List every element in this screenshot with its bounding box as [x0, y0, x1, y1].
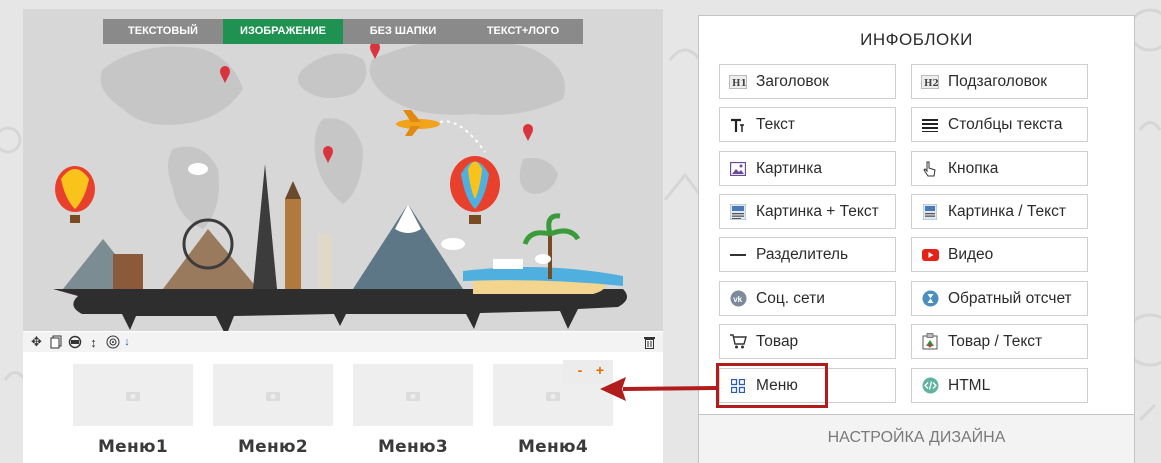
- pointer-icon: [920, 159, 940, 179]
- menu-item-label[interactable]: Меню2: [213, 437, 333, 457]
- cart-icon: [728, 332, 748, 352]
- infoblock-label: Текст: [756, 115, 796, 133]
- infoblock-product-text-button[interactable]: Товар / Текст: [911, 324, 1088, 359]
- settings-icon[interactable]: [65, 334, 84, 350]
- camera-icon: [546, 391, 560, 401]
- copy-icon[interactable]: [46, 334, 65, 350]
- infoblock-label: Кнопка: [948, 159, 999, 177]
- svg-text:H1: H1: [732, 79, 747, 89]
- product-text-icon: [920, 332, 940, 352]
- camera-icon: [406, 391, 420, 401]
- infoblock-label: Обратный отсчет: [948, 289, 1072, 307]
- image-placeholder[interactable]: [213, 364, 333, 426]
- tab-image-header[interactable]: ИЗОБРАЖЕНИЕ: [223, 19, 343, 44]
- infoblock-image-slash-text-button[interactable]: Картинка / Текст: [911, 194, 1088, 229]
- tab-text-header[interactable]: ТЕКСТОВЫЙ: [103, 19, 223, 44]
- menu-item-label[interactable]: Меню3: [353, 437, 473, 457]
- infoblock-label: Товар: [756, 332, 799, 350]
- trash-icon[interactable]: [640, 334, 659, 350]
- infoblock-label: Заголовок: [756, 72, 829, 90]
- infoblock-button-button[interactable]: Кнопка: [911, 151, 1088, 186]
- infoblock-label: Товар / Текст: [948, 332, 1043, 350]
- infoblock-image-text-button[interactable]: Картинка + Текст: [719, 194, 896, 229]
- grid-icon: [728, 376, 748, 396]
- infoblock-text-button[interactable]: Текст: [719, 107, 896, 142]
- code-icon: [920, 376, 940, 396]
- hourglass-icon: [920, 289, 940, 309]
- image-placeholder[interactable]: [353, 364, 473, 426]
- infoblock-menu-button[interactable]: Меню: [719, 368, 896, 403]
- infoblock-label: Картинка + Текст: [756, 202, 879, 220]
- down-arrow-icon[interactable]: ↓: [122, 334, 132, 350]
- infoblock-subheading-button[interactable]: H2 Подзаголовок: [911, 64, 1088, 99]
- infoblock-countdown-button[interactable]: Обратный отсчет: [911, 281, 1088, 316]
- infoblock-heading-button[interactable]: H1 Заголовок: [719, 64, 896, 99]
- red-arrow-icon: [600, 377, 717, 401]
- image-text-icon: [728, 202, 748, 222]
- menu-item-label[interactable]: Меню4: [493, 437, 613, 457]
- infoblock-label: Столбцы текста: [948, 115, 1063, 133]
- h2-icon: H2: [920, 72, 940, 92]
- infoblock-social-button[interactable]: vk Соц. сети: [719, 281, 896, 316]
- travel-illustration: [53, 38, 627, 331]
- image-icon: [728, 159, 748, 179]
- columns-icon: [920, 115, 940, 135]
- resize-icon[interactable]: ↕: [84, 334, 103, 350]
- menu-item-label[interactable]: Меню1: [73, 437, 193, 457]
- menu-item[interactable]: Меню2: [213, 364, 333, 457]
- image-slash-text-icon: [920, 202, 940, 222]
- infoblock-columns-button[interactable]: Столбцы текста: [911, 107, 1088, 142]
- menu-item[interactable]: Меню1: [73, 364, 193, 457]
- youtube-icon: [920, 245, 940, 265]
- header-style-tabs: ТЕКСТОВЫЙ ИЗОБРАЖЕНИЕ БЕЗ ШАПКИ ТЕКСТ+ЛО…: [103, 19, 583, 44]
- infoblock-label: Картинка / Текст: [948, 202, 1066, 220]
- infoblock-html-button[interactable]: HTML: [911, 368, 1088, 403]
- vk-icon: vk: [728, 289, 748, 309]
- text-icon: [728, 115, 748, 135]
- h1-icon: H1: [728, 72, 748, 92]
- panel-title: ИНФОБЛОКИ: [860, 30, 973, 49]
- tab-no-header[interactable]: БЕЗ ШАПКИ: [343, 19, 463, 44]
- infoblock-label: Подзаголовок: [948, 72, 1048, 90]
- camera-icon: [126, 391, 140, 401]
- move-icon[interactable]: ✥: [27, 334, 46, 350]
- image-placeholder[interactable]: [73, 364, 193, 426]
- target-icon[interactable]: [103, 334, 122, 350]
- infoblock-image-button[interactable]: Картинка: [719, 151, 896, 186]
- infoblock-label: Разделитель: [756, 245, 849, 263]
- svg-text:H2: H2: [924, 79, 939, 89]
- design-settings-button[interactable]: НАСТРОЙКА ДИЗАЙНА: [699, 414, 1134, 463]
- camera-icon: [266, 391, 280, 401]
- infoblock-label: Картинка: [756, 159, 822, 177]
- infoblock-label: Соц. сети: [756, 289, 825, 307]
- block-toolbar: ✥ ↕ ↓: [23, 332, 663, 352]
- infoblock-label: Меню: [756, 376, 798, 394]
- remove-menu-item-button[interactable]: -: [573, 360, 587, 384]
- infoblock-label: HTML: [948, 376, 991, 394]
- email-editor-canvas: ТЕКСТОВЫЙ ИЗОБРАЖЕНИЕ БЕЗ ШАПКИ ТЕКСТ+ЛО…: [23, 9, 663, 463]
- menu-item[interactable]: Меню3: [353, 364, 473, 457]
- header-image[interactable]: ТЕКСТОВЫЙ ИЗОБРАЖЕНИЕ БЕЗ ШАПКИ ТЕКСТ+ЛО…: [23, 9, 663, 331]
- infoblocks-panel: ИНФОБЛОКИ H1 Заголовок H2 Подзаголовок Т…: [698, 15, 1135, 463]
- divider-icon: [728, 245, 748, 265]
- menu-block[interactable]: Меню1 Меню2 Меню3 Меню4 - +: [23, 352, 663, 463]
- svg-text:vk: vk: [733, 295, 742, 304]
- tab-text-logo-header[interactable]: ТЕКСТ+ЛОГО: [463, 19, 583, 44]
- infoblock-video-button[interactable]: Видео: [911, 237, 1088, 272]
- infoblock-divider-button[interactable]: Разделитель: [719, 237, 896, 272]
- infoblock-product-button[interactable]: Товар: [719, 324, 896, 359]
- infoblock-label: Видео: [948, 245, 994, 263]
